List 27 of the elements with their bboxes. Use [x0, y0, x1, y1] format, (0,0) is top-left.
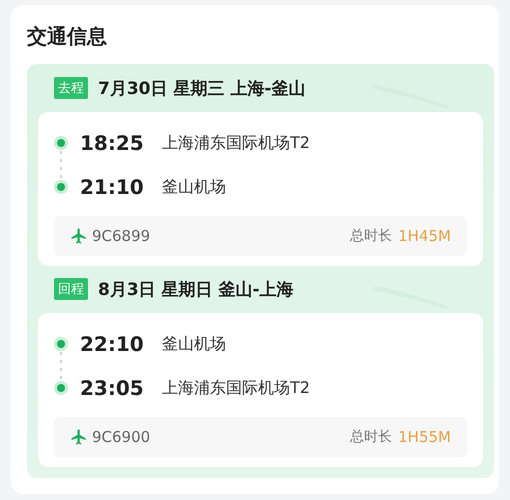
plane-icon	[70, 428, 88, 446]
stop-place: 上海浦东国际机场T2	[162, 132, 310, 154]
stop-place: 上海浦东国际机场T2	[162, 378, 310, 398]
stop-time: 22:10	[80, 332, 145, 356]
duration-label: 总时长	[350, 227, 392, 245]
trip-tag: 去程	[54, 77, 88, 99]
stop-place: 釜山机场	[162, 334, 226, 354]
trip-tag: 回程	[54, 278, 88, 300]
duration-value: 1H45M	[398, 227, 451, 245]
stop-dot-icon	[57, 384, 65, 392]
plane-icon	[70, 227, 88, 245]
dotted-line	[60, 151, 62, 181]
duration-value: 1H55M	[398, 428, 451, 446]
stop-dot-icon	[57, 183, 65, 191]
stop-time: 23:05	[80, 376, 145, 400]
stop-time: 21:10	[80, 175, 145, 199]
trip-date: 8月3日 星期日 釜山-上海	[98, 278, 294, 300]
stop-place: 釜山机场	[162, 176, 226, 198]
trip-date: 7月30日 星期三 上海-釜山	[98, 78, 306, 100]
dotted-line	[60, 352, 62, 382]
duration-label: 总时长	[350, 428, 392, 446]
stop-dot-icon	[57, 340, 65, 348]
section-title: 交通信息	[27, 23, 108, 49]
stop-dot-icon	[57, 139, 65, 147]
flight-number: 9C6900	[92, 428, 152, 446]
flight-number: 9C6899	[92, 227, 152, 245]
stop-time: 18:25	[80, 131, 145, 155]
